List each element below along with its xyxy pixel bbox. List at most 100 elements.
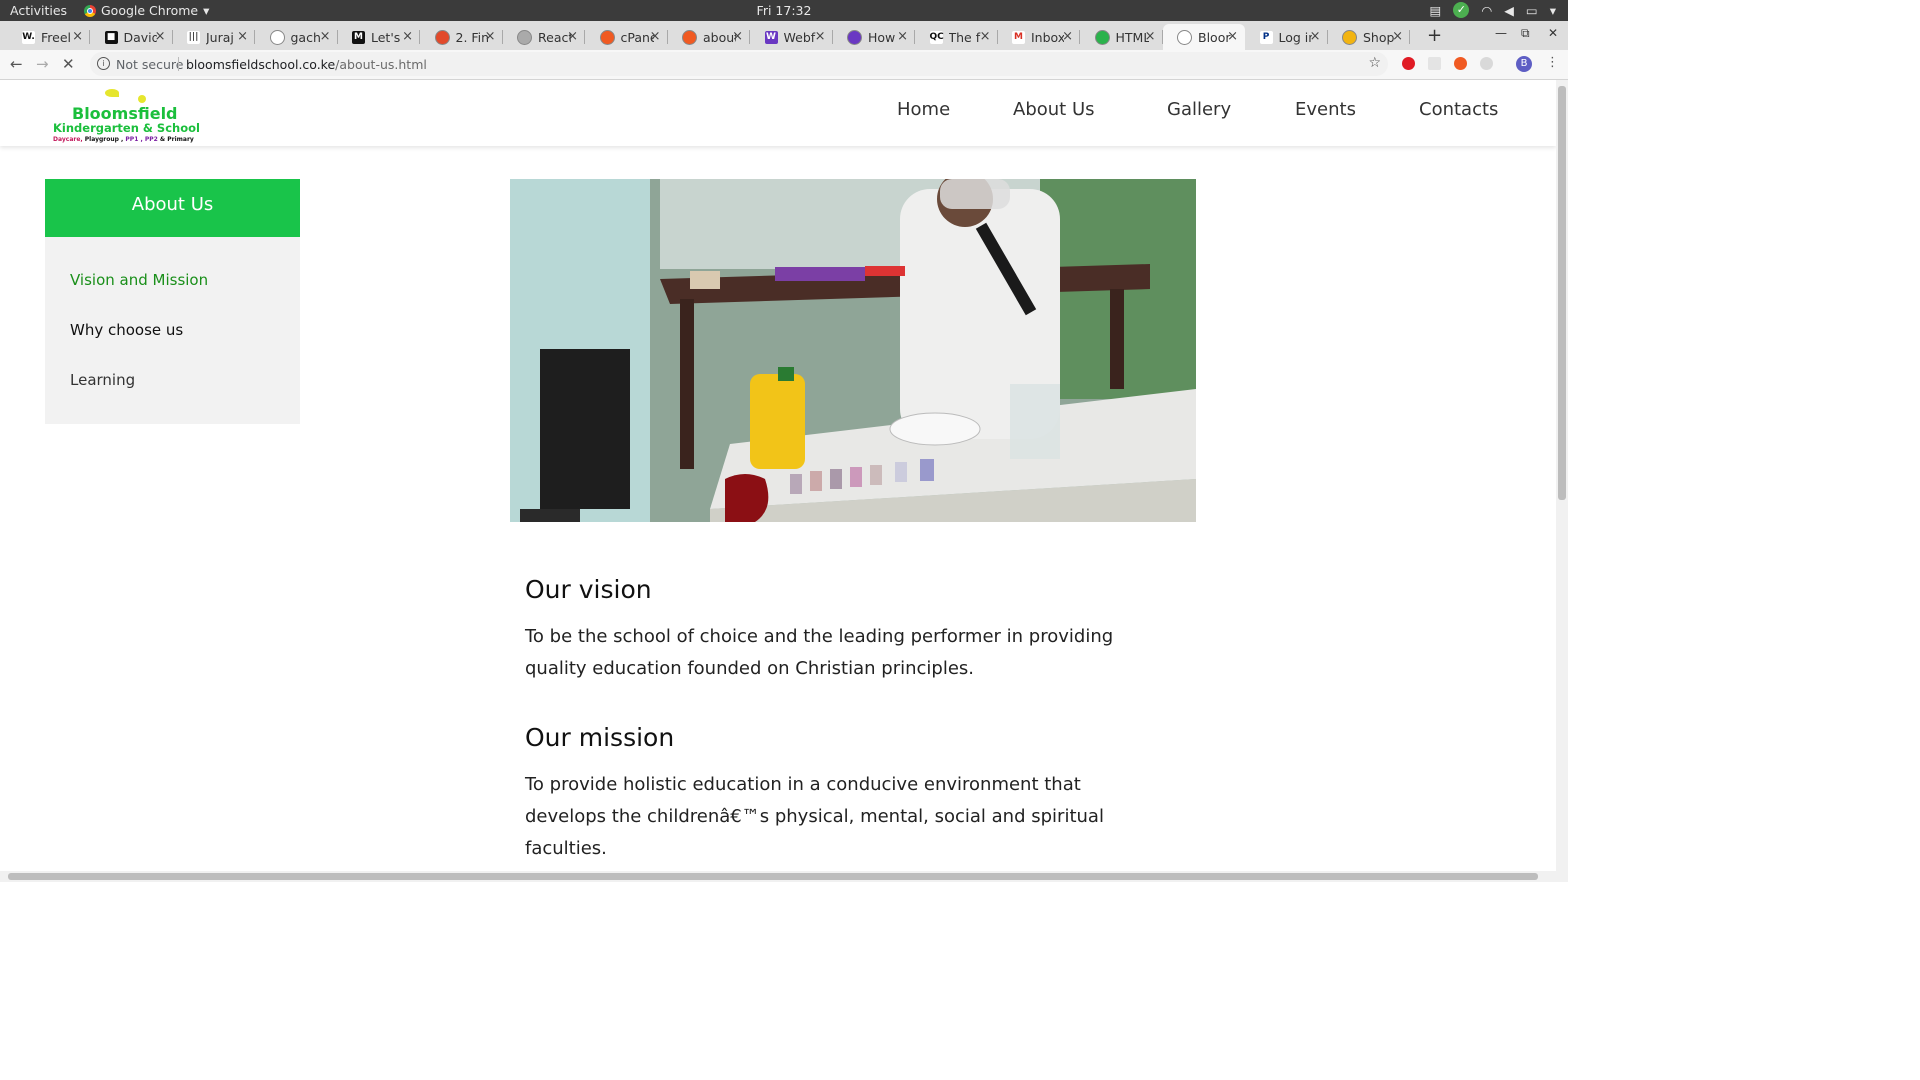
close-tab-icon[interactable]: × <box>567 29 578 44</box>
nav-events[interactable]: Events <box>1295 99 1356 120</box>
volume-icon[interactable]: ◀ <box>1504 3 1514 18</box>
close-tab-icon[interactable]: × <box>1310 29 1321 44</box>
tab-separator <box>1409 30 1410 44</box>
close-tab-icon[interactable]: × <box>980 29 991 44</box>
close-tab-icon[interactable]: × <box>155 29 166 44</box>
close-tab-icon[interactable]: × <box>650 29 661 44</box>
security-label[interactable]: Not secure <box>116 57 183 72</box>
figma-icon <box>434 29 450 45</box>
close-tab-icon[interactable]: × <box>237 29 248 44</box>
sidebar-item-learning[interactable]: Learning <box>70 371 135 389</box>
close-tab-icon[interactable]: × <box>1392 29 1403 44</box>
site-header: Bloomsfield Kindergarten & School Daycar… <box>0 80 1556 146</box>
more-menu-icon[interactable]: ⋮ <box>1546 55 1559 70</box>
horizontal-scrollbar[interactable] <box>0 871 1568 882</box>
scroll-thumb[interactable] <box>1558 86 1566 500</box>
browser-tab[interactable]: QC The f × <box>916 24 998 50</box>
new-tab-button[interactable]: + <box>1427 25 1442 46</box>
clock[interactable]: Fri 17:32 <box>0 3 1568 18</box>
tab-title: about <box>703 29 736 45</box>
browser-tab[interactable]: W Webf × <box>751 24 833 50</box>
tab-title: Let's <box>371 29 401 45</box>
logo-tagline: Daycare, Playgroup , PP1 , PP2 & Primary <box>53 136 194 143</box>
browser-tab[interactable]: React × <box>503 24 585 50</box>
browser-tab[interactable]: cPane× <box>586 24 668 50</box>
nav-about-us[interactable]: About Us <box>1013 99 1095 120</box>
opera-extension-icon[interactable] <box>1402 57 1415 70</box>
close-tab-icon[interactable]: × <box>815 29 826 44</box>
close-tab-icon[interactable]: × <box>897 29 908 44</box>
favicon-icon: M <box>352 30 365 44</box>
url-text[interactable]: bloomsfieldschool.co.ke/about-us.html <box>186 57 427 72</box>
power-menu-icon[interactable]: ▾ <box>1550 3 1556 18</box>
nav-contacts[interactable]: Contacts <box>1419 99 1498 120</box>
site-logo[interactable]: Bloomsfield Kindergarten & School Daycar… <box>50 88 200 146</box>
close-tab-icon[interactable]: × <box>1062 29 1073 44</box>
close-tab-icon[interactable]: × <box>320 29 331 44</box>
about-sidebar: About Us Vision and Mission Why choose u… <box>45 179 300 424</box>
bird-icon <box>105 89 119 97</box>
forward-icon[interactable]: → <box>36 55 49 73</box>
favicon-icon: QC <box>929 30 944 44</box>
browser-tab[interactable]: gach × <box>256 24 338 50</box>
favicon-icon: ||| <box>187 30 200 44</box>
browser-tab[interactable]: about × <box>668 24 750 50</box>
restore-icon[interactable]: ⧉ <box>1521 26 1530 41</box>
divider <box>178 57 179 71</box>
html-icon <box>1094 29 1110 45</box>
tab-title: cPane <box>620 29 654 45</box>
notes-icon[interactable]: ▤ <box>1430 3 1442 18</box>
nav-home[interactable]: Home <box>897 99 950 120</box>
sidebar-item-why-choose-us[interactable]: Why choose us <box>70 321 183 339</box>
address-bar[interactable]: i Not secure bloomsfieldschool.co.ke/abo… <box>90 52 1388 76</box>
shop-icon <box>1342 29 1357 45</box>
system-tray[interactable]: ▤ ✓ ◠ ◀ ▭ ▾ <box>1430 2 1556 18</box>
favicon-icon: W <box>764 30 778 44</box>
scroll-thumb[interactable] <box>8 873 1538 880</box>
stop-loading-icon[interactable]: ✕ <box>62 55 75 73</box>
tab-title: Juraj <box>206 29 234 45</box>
tab-title: How <box>868 29 896 45</box>
browser-tab[interactable]: HTML × <box>1081 24 1163 50</box>
favicon-icon: M <box>1012 30 1025 44</box>
app-menu[interactable]: Google Chrome ▾ <box>84 3 209 18</box>
close-tab-icon[interactable]: × <box>402 29 413 44</box>
close-tab-icon[interactable]: × <box>1227 29 1238 44</box>
browser-tab[interactable]: P Log in× <box>1246 24 1328 50</box>
check-icon[interactable]: ✓ <box>1453 2 1470 18</box>
browser-tab[interactable]: How × <box>833 24 915 50</box>
sidebar-item-vision-mission[interactable]: Vision and Mission <box>70 271 208 289</box>
close-tab-icon[interactable]: × <box>732 29 743 44</box>
browser-tab[interactable]: M Let's × <box>338 24 420 50</box>
back-icon[interactable]: ← <box>10 55 23 73</box>
tab-title: 2. Fin <box>455 29 489 45</box>
wifi-icon[interactable]: ◠ <box>1481 3 1492 18</box>
minimize-icon[interactable]: — <box>1495 26 1507 40</box>
close-tab-icon[interactable]: × <box>485 29 496 44</box>
activities-button[interactable]: Activities <box>10 3 67 18</box>
extension-icon[interactable] <box>1428 57 1441 70</box>
vertical-scrollbar[interactable] <box>1556 80 1568 871</box>
extension-icon[interactable] <box>1480 57 1493 70</box>
close-window-icon[interactable]: ✕ <box>1548 26 1558 40</box>
browser-tab[interactable]: Bloor × <box>1163 24 1245 50</box>
battery-icon[interactable]: ▭ <box>1526 3 1538 18</box>
info-icon[interactable]: i <box>97 57 110 70</box>
close-tab-icon[interactable]: × <box>72 29 83 44</box>
browser-tab[interactable]: 2. Fin × <box>421 24 503 50</box>
cpanel-extension-icon[interactable] <box>1454 57 1467 70</box>
page-viewport: Bloomsfield Kindergarten & School Daycar… <box>0 80 1556 871</box>
browser-tab[interactable]: W. Freel × <box>8 24 90 50</box>
browser-tab[interactable]: Shop × <box>1328 24 1410 50</box>
tab-title: The f <box>948 29 981 45</box>
browser-tab[interactable]: M Inbox × <box>998 24 1080 50</box>
browser-tab[interactable]: ■ David × <box>91 24 173 50</box>
favicon-icon: ■ <box>104 30 118 44</box>
close-tab-icon[interactable]: × <box>1145 29 1156 44</box>
profile-avatar[interactable]: B <box>1516 56 1532 72</box>
browser-tab[interactable]: ||| Juraj × <box>173 24 255 50</box>
sidebar-title: About Us <box>45 179 300 237</box>
nav-gallery[interactable]: Gallery <box>1167 99 1231 120</box>
bookmark-star-icon[interactable]: ☆ <box>1368 55 1381 71</box>
chat-icon <box>847 29 862 45</box>
